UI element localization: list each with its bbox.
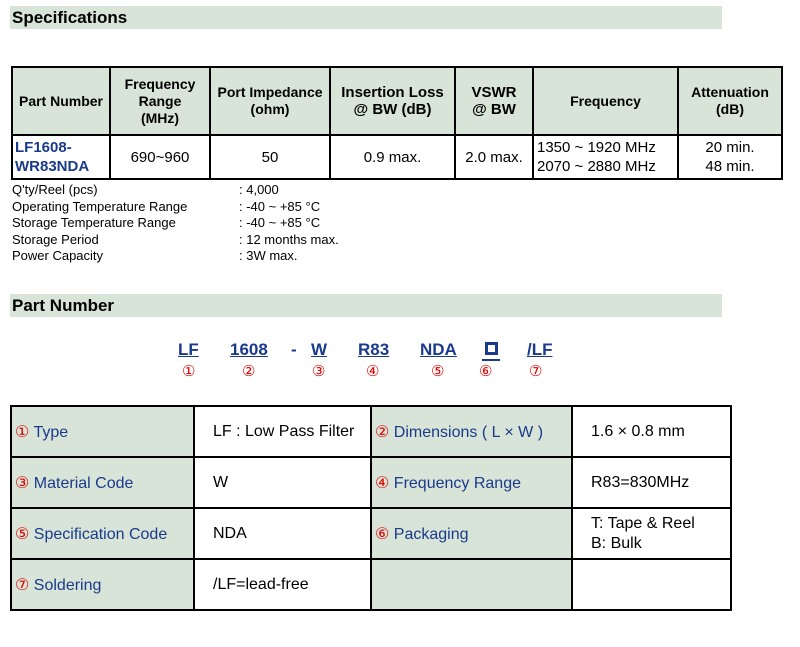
property-label: Operating Temperature Range — [12, 198, 188, 214]
value-type: LF : Low Pass Filter — [193, 405, 372, 458]
cell-vswr: 2.0 max. — [454, 134, 534, 180]
marker-3: ③ — [312, 363, 326, 380]
property-value: : 12 months max. — [239, 231, 339, 247]
code-segment-material: W — [311, 340, 328, 359]
pn-row: ③ Material Code W ④ Frequency Range R83=… — [10, 456, 732, 509]
marker-7: ⑦ — [529, 363, 543, 380]
pn-row: ⑤ Specification Code NDA ⑥ Packaging T: … — [10, 507, 732, 560]
pn-row: ① Type LF : Low Pass Filter ② Dimensions… — [10, 405, 732, 458]
cell-attenuation: 20 min. 48 min. — [677, 134, 783, 180]
cell-frequency: 1350 ~ 1920 MHz 2070 ~ 2880 MHz — [532, 134, 679, 180]
label-specification-code: ⑤ Specification Code — [10, 507, 195, 560]
pn-row: ⑦ Soldering /LF=lead-free — [10, 558, 732, 611]
specifications-heading: Specifications — [10, 6, 722, 29]
code-segment-dimensions: 1608 — [230, 340, 268, 359]
code-dash: - — [291, 340, 297, 359]
property-value: : -40 ~ +85 °C — [239, 198, 321, 214]
value-packaging: T: Tape & Reel B: Bulk — [571, 507, 732, 560]
cell-port-impedance: 50 — [209, 134, 331, 180]
property-row: Storage Temperature Range : -40 ~ +85 °C — [12, 215, 339, 232]
packaging-box-icon — [485, 342, 498, 355]
header-port-impedance: Port Impedance (ohm) — [209, 66, 331, 136]
label-type: ① Type — [10, 405, 195, 458]
property-row: Q'ty/Reel (pcs) : 4,000 — [12, 182, 339, 199]
property-value: : -40 ~ +85 °C — [239, 215, 321, 230]
specifications-table: Part Number Frequency Range (MHz) Port I… — [11, 66, 783, 180]
label-material-code: ③ Material Code — [10, 456, 195, 509]
spec-header-row: Part Number Frequency Range (MHz) Port I… — [11, 66, 783, 136]
label-dimensions: ② Dimensions ( L × W ) — [370, 405, 573, 458]
header-insertion-loss: Insertion Loss @ BW (dB) — [329, 66, 456, 136]
property-label: Storage Temperature Range — [12, 215, 176, 230]
property-list: Q'ty/Reel (pcs) : 4,000 Operating Tempera… — [12, 182, 339, 265]
empty-label-cell — [370, 558, 573, 611]
property-row: Operating Temperature Range : -40 ~ +85 °… — [12, 199, 339, 216]
marker-5: ⑤ — [431, 363, 445, 380]
part-number-heading: Part Number — [10, 294, 722, 317]
header-frequency-range: Frequency Range (MHz) — [109, 66, 211, 136]
marker-2: ② — [242, 363, 256, 380]
marker-6: ⑥ — [479, 363, 493, 380]
property-value: : 3W max. — [239, 248, 298, 263]
header-attenuation: Attenuation (dB) — [677, 66, 783, 136]
empty-value-cell — [571, 558, 732, 611]
packaging-underline — [482, 359, 500, 361]
code-segment-type: LF — [178, 340, 199, 359]
label-packaging: ⑥ Packaging — [370, 507, 573, 560]
header-frequency: Frequency — [532, 66, 679, 136]
property-label: Power Capacity — [12, 248, 104, 263]
code-segment-frequency: R83 — [358, 340, 390, 359]
label-soldering: ⑦ Soldering — [10, 558, 195, 611]
property-value: : 4,000 — [239, 182, 279, 197]
code-segment-soldering: /LF — [527, 340, 553, 359]
value-soldering: /LF=lead-free — [193, 558, 372, 611]
cell-frequency-range: 690~960 — [109, 134, 211, 180]
marker-1: ① — [182, 363, 196, 380]
property-row: Storage Period : 12 months max. — [12, 232, 339, 249]
header-vswr: VSWR @ BW — [454, 66, 534, 136]
value-dimensions: 1.6 × 0.8 mm — [571, 405, 732, 458]
property-label: Storage Period — [12, 231, 99, 247]
property-label: Q'ty/Reel (pcs) — [12, 182, 98, 197]
cell-part-number: LF1608- WR83NDA — [11, 134, 111, 180]
value-specification-code: NDA — [193, 507, 372, 560]
value-frequency-range: R83=830MHz — [571, 456, 732, 509]
property-row: Power Capacity : 3W max. — [12, 248, 339, 265]
cell-insertion-loss: 0.9 max. — [329, 134, 456, 180]
value-material-code: W — [193, 456, 372, 509]
part-number-table: ① Type LF : Low Pass Filter ② Dimensions… — [10, 405, 732, 611]
code-segment-spec: NDA — [420, 340, 457, 359]
label-frequency-range: ④ Frequency Range — [370, 456, 573, 509]
marker-4: ④ — [366, 363, 380, 380]
spec-data-row: LF1608- WR83NDA 690~960 50 0.9 max. 2.0 … — [11, 134, 783, 180]
header-part-number: Part Number — [11, 66, 111, 136]
